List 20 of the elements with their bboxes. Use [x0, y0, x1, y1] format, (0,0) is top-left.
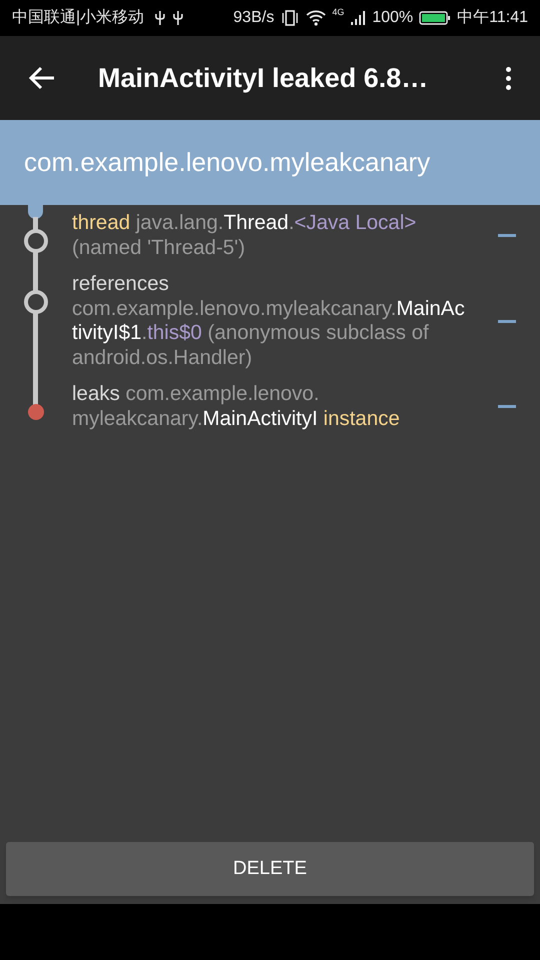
trace-text: thread java.lang.Thread.<Java Local> (named 'Thread-5'): [72, 210, 418, 260]
trace-text: references com.example.lenovo.myleakcanary.MainActivityI$1.this$0 (anonymous subclass of android.os.Handler): [72, 271, 466, 370]
speed-text: 93B/s: [233, 8, 274, 28]
delete-button[interactable]: DELETE: [6, 842, 534, 896]
usb-icon: [154, 10, 166, 26]
trace-text: leaks com.example.lenovo. myleakcanary.MainActivityI instance: [72, 381, 401, 432]
carrier-text: 中国联通|小米移动: [12, 8, 144, 28]
battery-text: 100%: [372, 8, 414, 28]
network-text: 4G: [332, 6, 344, 19]
collapse-icon[interactable]: [498, 320, 516, 322]
header-title: com.example.lenovo.myleakcanary: [24, 146, 430, 179]
vibrate-icon: [280, 10, 300, 26]
signal-icon: [350, 10, 366, 26]
node-ring-icon: [24, 229, 48, 253]
time-text: 中午11:41: [457, 8, 528, 28]
wifi-icon: [306, 10, 326, 26]
usb-icon: [172, 10, 184, 26]
battery-icon: [419, 10, 452, 26]
node-ring-icon: [24, 290, 48, 314]
toolbar-title: MainActivityI leaked 6.8…: [98, 62, 430, 95]
